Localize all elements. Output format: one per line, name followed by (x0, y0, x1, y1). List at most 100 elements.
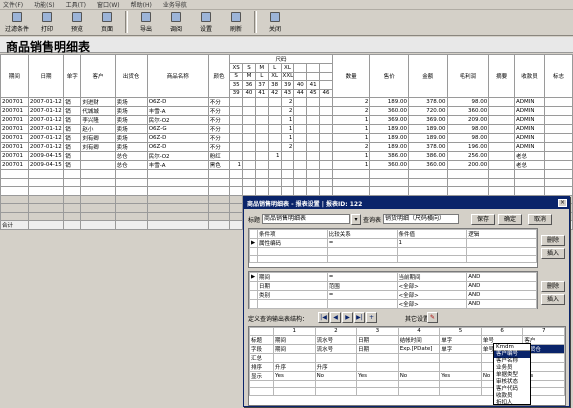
column-number: 4 (397, 327, 441, 336)
cancel-button[interactable]: 取消 (528, 213, 553, 225)
toolbar-button[interactable]: 导出 (131, 10, 161, 34)
menu-item[interactable]: 功能(S) (34, 0, 55, 9)
add-icon[interactable]: + (366, 312, 377, 323)
table-row[interactable]: 200701 2007-01-12 销代城城 卖场 丰雪-A 不分 2 2 360.00 720.… (0, 106, 573, 116)
cell-size (319, 142, 333, 152)
field-dropdown-list[interactable]: Kmdm 客户编号 客户名称 业务员 单据类型 审核状态 客户代码 收款员 折扣人 (493, 343, 531, 407)
menu-item[interactable]: 文件(F) (3, 0, 23, 9)
period-row[interactable]: 日期 范围 <全部> AND (249, 281, 537, 291)
toolbar-button[interactable]: 刷新 (221, 10, 251, 34)
output-cell: 单字 (439, 343, 482, 354)
close-icon[interactable]: × (558, 199, 567, 207)
toolbar-button[interactable]: 打印 (32, 10, 62, 34)
size-header (293, 63, 308, 73)
toolbar-button[interactable]: 关闭 (260, 10, 290, 34)
ok-button[interactable]: 确定 (498, 213, 523, 225)
cell-size (254, 124, 269, 134)
menu-item[interactable]: 工具(T) (66, 0, 86, 9)
period-cell: 类别 (257, 290, 328, 300)
table-row[interactable]: 200701 2007-01-12 销刘进财 卖场 O6Z-D 不分 2 2 189.00 378… (0, 97, 573, 107)
dropdown-item[interactable]: 单据类型 (494, 372, 530, 379)
cell (280, 186, 295, 196)
cell-type: 销 (63, 115, 82, 125)
dropdown-item[interactable]: 审核状态 (494, 379, 530, 386)
table-row[interactable]: 200701 2007-01-12 销刘有卿 卖场 O6Z-D 不分 1 1 189.00 189… (0, 133, 573, 143)
cell-size (242, 97, 256, 107)
prev-icon[interactable]: ◀ (330, 312, 341, 323)
query-select[interactable]: 销货明细（尺码横向） (383, 214, 460, 224)
save-button[interactable]: 保存 (471, 213, 496, 225)
cell-qty: 1 (331, 115, 371, 125)
period-cell: 当前期间 (396, 272, 468, 282)
period-row[interactable]: 类别 = <全部> AND (249, 290, 537, 300)
dropdown-item[interactable]: 客户编号 (494, 351, 530, 358)
cell-color: 不分 (207, 106, 231, 116)
cell (319, 177, 333, 187)
condition-row[interactable]: ▶ 属性编码 = 1 (249, 238, 537, 248)
cell-period: 200701 (0, 151, 29, 161)
cell (146, 177, 209, 187)
period-row[interactable]: <全部> AND (249, 299, 537, 309)
menu-item[interactable]: 窗口(W) (97, 0, 120, 9)
cell-customer (80, 160, 116, 170)
size-header: 40 (293, 80, 308, 90)
dropdown-item[interactable]: 业务员 (494, 365, 530, 372)
insert-period-button[interactable]: 插入 (541, 294, 565, 305)
cell-date: 2007-01-12 (27, 97, 65, 107)
size-header: XL (267, 71, 282, 81)
cell (146, 203, 209, 213)
toolbar-button[interactable]: 设置 (191, 10, 221, 34)
cell (0, 194, 29, 204)
settings-icon[interactable]: ✎ (427, 312, 438, 323)
insert-condition-button[interactable]: 插入 (541, 248, 565, 259)
cell (0, 211, 29, 221)
table-row[interactable]: 200701 2009-04-15 销总仓 丰雪-A 黑色 1 1 360.00 360.00 2… (0, 160, 573, 170)
cell-price: 189.00 (369, 97, 409, 107)
table-row[interactable]: 200701 2007-01-12 销刘有卿 卖场 O6Z-D 不分 2 2 189.00 378… (0, 142, 573, 152)
next-icon[interactable]: ▶ (342, 312, 353, 323)
delete-condition-button[interactable]: 删除 (541, 235, 565, 246)
cell-size (293, 160, 308, 170)
column-header: 数量 (331, 54, 371, 98)
report-grid[interactable]: 期间 日期 单字 客户 出货仓 商品名称 颜色 尺码 数量 售价 金额 毛利润 摘要 收款员 标志 XS S M L… (0, 54, 573, 230)
menu-item[interactable]: 业务导航 (163, 0, 187, 9)
table-row[interactable]: 200701 2007-01-12 销赵小 卖场 O6Z-G 不分 1 1 189.00 189.… (0, 124, 573, 134)
cell (280, 169, 295, 179)
dropdown-input[interactable]: Kmdm (494, 344, 530, 351)
output-cell (397, 352, 441, 363)
cell-size (267, 106, 282, 116)
delete-period-button[interactable]: 删除 (541, 281, 565, 292)
output-cell (439, 361, 482, 372)
menu-item[interactable]: 帮助(H) (131, 0, 152, 9)
period-condition-table[interactable]: ▶ 期间 = 当前期间 AND 日期 范围 <全部> AND 类别 = <全部> AND <全部> AND (248, 271, 538, 309)
toolbar-button[interactable]: 页面 (92, 10, 122, 34)
cell-size (242, 124, 256, 134)
cell (267, 169, 282, 179)
output-cell: 流水号 (314, 343, 358, 354)
cell (114, 194, 148, 204)
dropdown-item[interactable]: 折扣人 (494, 400, 530, 407)
cell-warehouse: 总仓 (114, 160, 148, 170)
table-row[interactable]: 200701 2007-01-12 销李兴隆 卖场 民尔-O2 不分 1 1 369.00 369… (0, 115, 573, 125)
period-row[interactable]: ▶ 期间 = 当前期间 AND (249, 272, 537, 282)
cell-color: 粉红 (207, 151, 231, 161)
condition-table[interactable]: 条件项 比较关系 条件值 逻辑 ▶ 属性编码 = 1 (248, 228, 538, 268)
title-input[interactable]: 商品销售明细表 (262, 214, 351, 224)
table-row[interactable]: 200701 2009-04-15 销总仓 民尔-O2 粉红 1 1 386.00 386.00… (0, 151, 573, 161)
dropdown-item[interactable]: 客户名称 (494, 358, 530, 365)
title-picker-button[interactable]: ▾ (351, 213, 362, 225)
toolbar-button[interactable]: 过滤条件 (2, 10, 32, 34)
cell-type: 销 (63, 151, 82, 161)
last-icon[interactable]: ▶| (354, 312, 365, 323)
toolbar-button[interactable]: 预览 (62, 10, 92, 34)
output-cell: 流水号 (314, 334, 358, 345)
dropdown-item[interactable]: 收款员 (494, 393, 530, 400)
toolbar-button[interactable]: 调阅 (161, 10, 191, 34)
first-icon[interactable]: |◀ (318, 312, 329, 323)
period-cell: AND (466, 299, 537, 309)
cell (146, 194, 209, 204)
report-settings-dialog[interactable]: 商品销售明细表 - 报表设置 | 报表ID: 122 × 标题 商品销售明细表 … (243, 196, 570, 407)
output-cell (356, 352, 399, 363)
page-icon (102, 12, 112, 22)
dropdown-item[interactable]: 客户代码 (494, 386, 530, 393)
